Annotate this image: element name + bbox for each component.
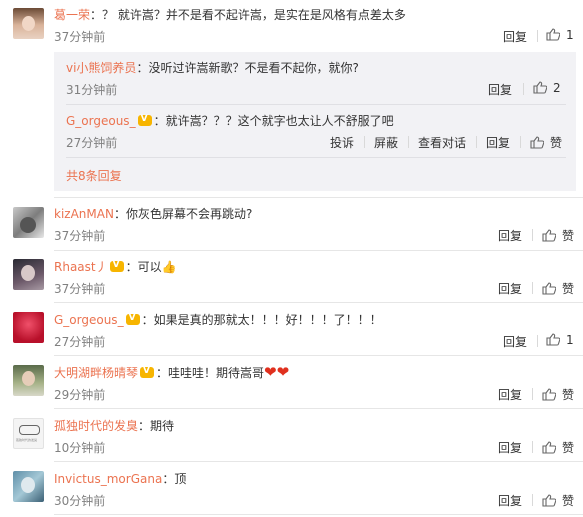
avatar-caption: 孤独时代的发臭: [16, 438, 38, 442]
like-button[interactable]: 1: [546, 28, 574, 42]
reply-button[interactable]: 回复: [486, 134, 510, 151]
thumbs-up-icon: [546, 333, 560, 346]
thumbs-up-icon: [542, 282, 556, 295]
divider: [66, 104, 566, 105]
thumbs-up-icon: [546, 28, 560, 41]
comment-text: ：可以👍: [125, 260, 177, 274]
like-count: 赞: [562, 388, 575, 402]
vip-badge-icon: [109, 260, 124, 272]
avatar[interactable]: 孤独时代的发臭: [13, 418, 44, 449]
like-button[interactable]: 1: [546, 333, 574, 347]
avatar[interactable]: [13, 259, 44, 290]
reply-button[interactable]: 回复: [503, 333, 527, 350]
reply-button[interactable]: 回复: [503, 28, 527, 45]
reply-button[interactable]: 回复: [498, 492, 522, 509]
report-button[interactable]: 投诉: [330, 134, 354, 151]
timestamp: 27分钟前: [54, 335, 106, 349]
divider: [54, 514, 583, 515]
like-count: 赞: [562, 229, 575, 243]
like-count: 赞: [562, 282, 575, 296]
username[interactable]: 大明湖畔杨晴琴: [54, 366, 138, 380]
timestamp: 37分钟前: [54, 30, 106, 44]
divider: [66, 157, 566, 158]
username[interactable]: Invictus_morGana: [54, 472, 162, 486]
comment-text: ：如果是真的那就太！！！好！！！了！！！: [141, 313, 382, 327]
like-button[interactable]: 2: [533, 81, 561, 95]
avatar[interactable]: [13, 207, 44, 238]
reply-text: ：就许嵩？？？这个就字也太让人不舒服了吧: [153, 114, 394, 128]
thumbs-up-icon: [542, 388, 556, 401]
comment-text: ：顶: [162, 472, 187, 486]
comment-text: ：？ 就许嵩？并不是看不起许嵩，是实在是风格有点差太多: [90, 8, 406, 22]
like-count: 赞: [562, 441, 575, 455]
timestamp: 29分钟前: [54, 388, 106, 402]
more-replies-link[interactable]: 共8条回复: [66, 167, 122, 184]
thumbs-up-icon: [533, 81, 547, 94]
thumbs-up-icon: [530, 136, 544, 149]
username[interactable]: G_orgeous_: [54, 313, 124, 327]
timestamp: 30分钟前: [54, 494, 106, 508]
like-count: 1: [566, 333, 574, 347]
comment-text: ：哇哇哇！期待嵩哥: [156, 366, 265, 380]
reply-button[interactable]: 回复: [488, 81, 512, 98]
thumbs-up-icon: [542, 441, 556, 454]
avatar[interactable]: [13, 365, 44, 396]
block-button[interactable]: 屏蔽: [374, 134, 398, 151]
reply-button[interactable]: 回复: [498, 439, 522, 456]
reply-button[interactable]: 回复: [498, 227, 522, 244]
like-button[interactable]: 赞: [542, 492, 574, 509]
timestamp: 27分钟前: [66, 136, 118, 150]
username[interactable]: 孤独时代的发臭: [54, 419, 138, 433]
like-count: 1: [566, 28, 574, 42]
thumbs-up-icon: [542, 494, 556, 507]
username[interactable]: vi小熊饲养员: [66, 61, 136, 75]
reply-button[interactable]: 回复: [498, 280, 522, 297]
comment-text: ：期待: [138, 419, 175, 433]
thumbs-up-icon: [542, 229, 556, 242]
username[interactable]: Rhaast丿: [54, 260, 108, 274]
divider: [54, 355, 583, 356]
vip-badge-icon: [125, 313, 140, 325]
timestamp: 37分钟前: [54, 229, 106, 243]
username[interactable]: 葛一荣: [54, 8, 90, 22]
username[interactable]: kizAnMAN: [54, 207, 114, 221]
timestamp: 10分钟前: [54, 441, 106, 455]
like-count: 2: [553, 81, 561, 95]
like-button[interactable]: 赞: [542, 227, 574, 244]
divider: [54, 302, 583, 303]
username[interactable]: G_orgeous_: [66, 114, 136, 128]
timestamp: 37分钟前: [54, 282, 106, 296]
vip-badge-icon: [140, 366, 155, 378]
timestamp: 31分钟前: [66, 83, 118, 97]
reply-text: ：没听过许嵩新歌？不是看不起你，就你?: [136, 61, 359, 75]
avatar[interactable]: [13, 312, 44, 343]
like-button[interactable]: 赞: [542, 386, 574, 403]
view-conversation-button[interactable]: 查看对话: [418, 134, 466, 151]
divider: [54, 408, 583, 409]
comment-text: ：你灰色屏幕不会再跳动?: [113, 207, 253, 221]
divider: [54, 197, 583, 198]
avatar[interactable]: [13, 8, 44, 39]
reply-button[interactable]: 回复: [498, 386, 522, 403]
like-button[interactable]: 赞: [542, 280, 574, 297]
divider: [54, 461, 583, 462]
like-count: 赞: [550, 136, 563, 150]
divider: [54, 250, 583, 251]
avatar[interactable]: [13, 471, 44, 502]
like-button[interactable]: 赞: [542, 439, 574, 456]
vip-badge-icon: [137, 114, 152, 126]
like-button[interactable]: 赞: [530, 134, 562, 151]
heart-icon: ❤❤: [264, 363, 290, 381]
like-count: 赞: [562, 494, 575, 508]
